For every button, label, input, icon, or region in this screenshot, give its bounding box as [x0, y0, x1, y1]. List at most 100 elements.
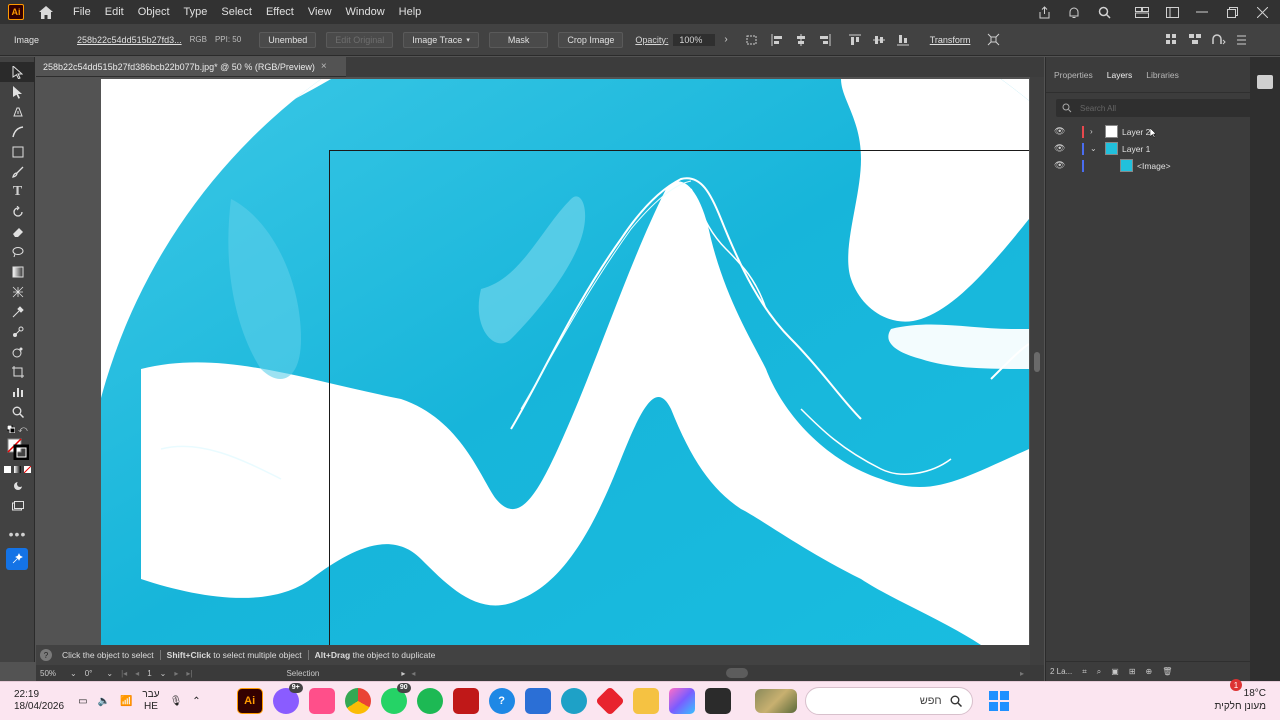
layer-name[interactable]: Layer 1 [1122, 144, 1150, 154]
volume-icon[interactable]: 🔈 [98, 696, 110, 707]
next-artboard-icon[interactable]: ▸ [174, 669, 178, 678]
chevron-up-icon[interactable]: ⌃ [192, 696, 200, 707]
column-graph-icon[interactable] [0, 382, 35, 402]
comments-icon[interactable] [1257, 75, 1273, 89]
chevron-right-icon[interactable]: › [1090, 127, 1100, 136]
menu-effect[interactable]: Effect [259, 0, 301, 24]
layers-search[interactable]: Search All [1056, 99, 1278, 117]
blend-tool-icon[interactable] [0, 322, 35, 342]
menu-select[interactable]: Select [214, 0, 259, 24]
visibility-eye-icon[interactable]: 👁 [1054, 160, 1065, 171]
menu-window[interactable]: Window [339, 0, 392, 24]
screen-mode-icon[interactable] [0, 496, 35, 516]
chevron-down-icon[interactable]: ⌄ [160, 669, 167, 678]
close-tab-icon[interactable]: × [321, 61, 327, 72]
default-colors-icon[interactable]: ⤺ [0, 422, 35, 436]
type-tool-icon[interactable]: T [0, 182, 35, 202]
home-icon[interactable] [36, 2, 56, 22]
crop-image-button[interactable]: Crop Image [558, 31, 624, 48]
tab-layers[interactable]: Layers [1107, 70, 1133, 80]
selection-tool-icon[interactable] [0, 62, 35, 82]
artboard-tool-icon[interactable] [0, 362, 35, 382]
menu-view[interactable]: View [301, 0, 339, 24]
align-to-icon[interactable] [746, 33, 760, 47]
clock[interactable]: 22:19 18/04/2026 [14, 689, 64, 713]
layer-row-1[interactable]: 👁 ⌄ Layer 1 [1046, 140, 1280, 157]
paintbrush-tool-icon[interactable] [0, 162, 35, 182]
canvas[interactable] [36, 77, 1030, 645]
align-vcenter-icon[interactable] [872, 33, 886, 47]
align-left-icon[interactable] [770, 33, 784, 47]
isolate-icon[interactable] [986, 33, 1000, 47]
document-tab[interactable]: 258b22c54dd515b27fd386bcb22b077b.jpg* @ … [36, 57, 346, 77]
layer-row-image[interactable]: 👁 <Image> [1046, 157, 1280, 174]
store-app-icon[interactable] [524, 688, 551, 714]
scrollbar-thumb[interactable] [1034, 352, 1040, 372]
chevron-right-icon[interactable]: › [724, 34, 727, 45]
color-mode-icons[interactable] [0, 462, 35, 476]
language-indicator[interactable]: עבר HE [142, 689, 159, 713]
artboard[interactable] [101, 79, 1029, 645]
vertical-scrollbar[interactable] [1030, 77, 1044, 667]
visibility-eye-icon[interactable]: 👁 [1054, 143, 1065, 154]
menu-edit[interactable]: Edit [98, 0, 131, 24]
opacity-value[interactable]: 100% [673, 33, 716, 46]
direct-selection-tool-icon[interactable] [0, 82, 35, 102]
layer-row-2[interactable]: 👁 › Layer 2 [1046, 123, 1280, 140]
chevron-down-icon[interactable]: ⌄ [70, 669, 77, 678]
horizontal-scrollbar-thumb[interactable] [726, 668, 748, 678]
mcafee-app-icon[interactable] [452, 688, 479, 714]
rotation-value[interactable]: 0° [85, 669, 93, 678]
prev-artboard-icon[interactable]: ◂ [135, 669, 139, 678]
wifi-icon[interactable]: 📶 [120, 696, 132, 707]
weather-widget[interactable]: 18°C מעונן חלקית [1215, 687, 1266, 713]
arrange-icon[interactable] [1164, 4, 1180, 20]
mask-button[interactable]: Mask [488, 31, 549, 48]
menu-help[interactable]: Help [392, 0, 429, 24]
messenger-app-icon[interactable]: 9+ [272, 683, 303, 714]
new-layer-icon[interactable]: ⊕ [1146, 667, 1153, 676]
start-windows-icon[interactable] [988, 691, 1009, 711]
zoom-tool-icon[interactable] [0, 402, 35, 422]
new-sublayer-icon[interactable]: ⊞ [1129, 667, 1136, 676]
spotify-app-icon[interactable] [416, 688, 443, 714]
battery-icon[interactable]: ▭ [78, 696, 87, 707]
search-icon[interactable] [1096, 4, 1112, 20]
panel-options-icon[interactable] [1236, 33, 1250, 47]
align-right-icon[interactable] [818, 33, 832, 47]
share-icon[interactable] [1036, 4, 1052, 20]
edge-app-icon[interactable] [560, 688, 587, 714]
menu-type[interactable]: Type [177, 0, 215, 24]
rectangle-tool-icon[interactable] [0, 142, 35, 162]
align-hcenter-icon[interactable] [794, 33, 808, 47]
align-bottom-icon[interactable] [896, 33, 910, 47]
more-tools-icon[interactable]: ••• [0, 524, 35, 544]
chevron-down-icon[interactable]: ⌄ [106, 669, 113, 678]
tab-libraries[interactable]: Libraries [1146, 70, 1179, 80]
rotate-tool-icon[interactable] [0, 202, 35, 222]
opacity-label[interactable]: Opacity: [635, 35, 668, 45]
microphone-icon[interactable]: 🎙 [170, 696, 183, 707]
gradient-tool-icon[interactable] [0, 262, 35, 282]
draw-mode-icon[interactable] [0, 476, 35, 496]
generative-ai-icon[interactable] [6, 548, 28, 570]
close-icon[interactable] [1254, 4, 1270, 20]
minimize-icon[interactable] [1194, 4, 1210, 20]
chevron-down-icon[interactable]: ⌄ [1090, 144, 1100, 153]
taskbar-search[interactable]: חפש [804, 687, 973, 715]
delete-icon[interactable]: 🗑 [1162, 667, 1172, 676]
chrome-app-icon[interactable] [344, 688, 371, 714]
chevron-right-icon[interactable]: ▸ [401, 669, 405, 678]
mesh-tool-icon[interactable] [0, 282, 35, 302]
illustrator-app-icon[interactable]: Ai [236, 688, 263, 714]
pen-tool-icon[interactable] [0, 102, 35, 122]
zoom-value[interactable]: 50% [40, 669, 56, 678]
recolor-icon[interactable] [1212, 33, 1226, 47]
notifications-icon[interactable] [1066, 4, 1082, 20]
export-icon[interactable]: ⌗ [1082, 667, 1087, 677]
visibility-eye-icon[interactable]: 👁 [1054, 126, 1065, 137]
restore-icon[interactable] [1224, 4, 1240, 20]
chevron-right-icon[interactable]: ▸ [1020, 669, 1024, 678]
terminal-app-icon[interactable] [704, 688, 731, 714]
copilot-app-icon[interactable] [668, 688, 695, 714]
